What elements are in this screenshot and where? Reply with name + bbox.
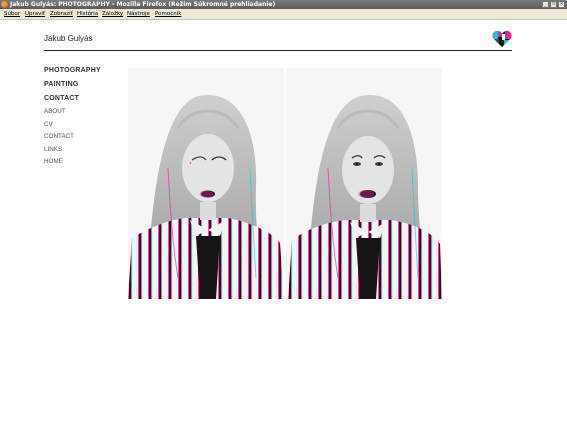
window-title: Jakub Gulyás: PHOTOGRAPHY - Mozilla Fire…	[10, 1, 276, 8]
menu-help[interactable]: Pomocník	[155, 9, 181, 19]
header-divider	[44, 50, 512, 51]
firefox-icon	[1, 1, 8, 8]
menu-file[interactable]: Súbor	[4, 9, 20, 19]
heart-icon[interactable]	[492, 30, 512, 48]
photo-image	[128, 68, 442, 299]
nav-photography[interactable]: PHOTOGRAPHY	[44, 67, 101, 74]
maximize-button[interactable]: ❐	[550, 1, 557, 8]
nav-about[interactable]: ABOUT	[44, 108, 66, 115]
nav-cv[interactable]: CV	[44, 121, 53, 128]
minimize-button[interactable]: _	[542, 1, 549, 8]
site-title[interactable]: Jakub Gulyás	[44, 34, 92, 43]
menu-tools[interactable]: Nástroje	[127, 9, 150, 19]
close-button[interactable]: ×	[558, 1, 565, 8]
nav-contact[interactable]: CONTACT	[44, 95, 79, 102]
nav-links[interactable]: LINKS	[44, 146, 62, 153]
menu-bookmarks[interactable]: Záložky	[102, 9, 123, 19]
main-photograph[interactable]	[128, 68, 442, 299]
menu-view[interactable]: Zobraziť	[50, 9, 73, 19]
menu-history[interactable]: História	[77, 9, 98, 19]
window-titlebar: Jakub Gulyás: PHOTOGRAPHY - Mozilla Fire…	[0, 0, 567, 9]
menubar: Súbor Upraviť Zobraziť História Záložky …	[0, 9, 567, 20]
nav-painting[interactable]: PAINTING	[44, 81, 79, 88]
nav-contact-sub[interactable]: CONTACT	[44, 133, 74, 140]
nav-home[interactable]: HOME	[44, 158, 63, 165]
menu-edit[interactable]: Upraviť	[25, 9, 45, 19]
